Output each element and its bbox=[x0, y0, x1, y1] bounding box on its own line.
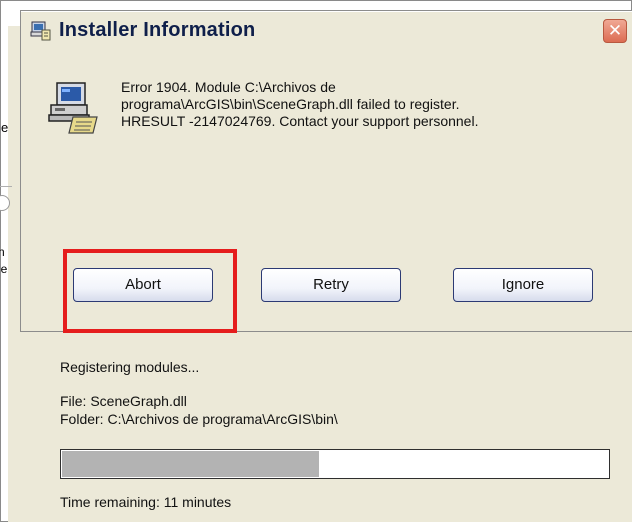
retry-button[interactable]: Retry bbox=[261, 268, 401, 302]
progress-bar bbox=[60, 449, 610, 479]
status-text: Registering modules... bbox=[60, 359, 200, 375]
folder-label: Folder: C:\Archivos de programa\ArcGIS\b… bbox=[60, 411, 338, 427]
progress-bar-fill bbox=[62, 451, 319, 477]
installer-information-dialog: Installer Information ✕ Error 1904. Modu… bbox=[20, 10, 632, 333]
dialog-title: Installer Information bbox=[59, 19, 256, 41]
abort-highlight-box bbox=[63, 249, 237, 333]
time-remaining-label: Time remaining: 11 minutes bbox=[60, 494, 232, 510]
edge-fragment: n bbox=[0, 245, 5, 259]
error-message: Error 1904. Module C:\Archivos de progra… bbox=[121, 79, 479, 129]
edge-fragment: e bbox=[1, 120, 9, 135]
close-icon: ✕ bbox=[607, 21, 623, 40]
edge-fragment: ie bbox=[0, 262, 8, 276]
installer-icon bbox=[30, 20, 52, 42]
computer-install-icon bbox=[45, 79, 101, 135]
title-bar[interactable]: Installer Information ✕ bbox=[21, 11, 632, 51]
ignore-button[interactable]: Ignore bbox=[453, 268, 593, 302]
close-button[interactable]: ✕ bbox=[603, 19, 627, 43]
divider-fragment bbox=[0, 186, 12, 187]
file-label: File: SceneGraph.dll bbox=[60, 393, 187, 409]
